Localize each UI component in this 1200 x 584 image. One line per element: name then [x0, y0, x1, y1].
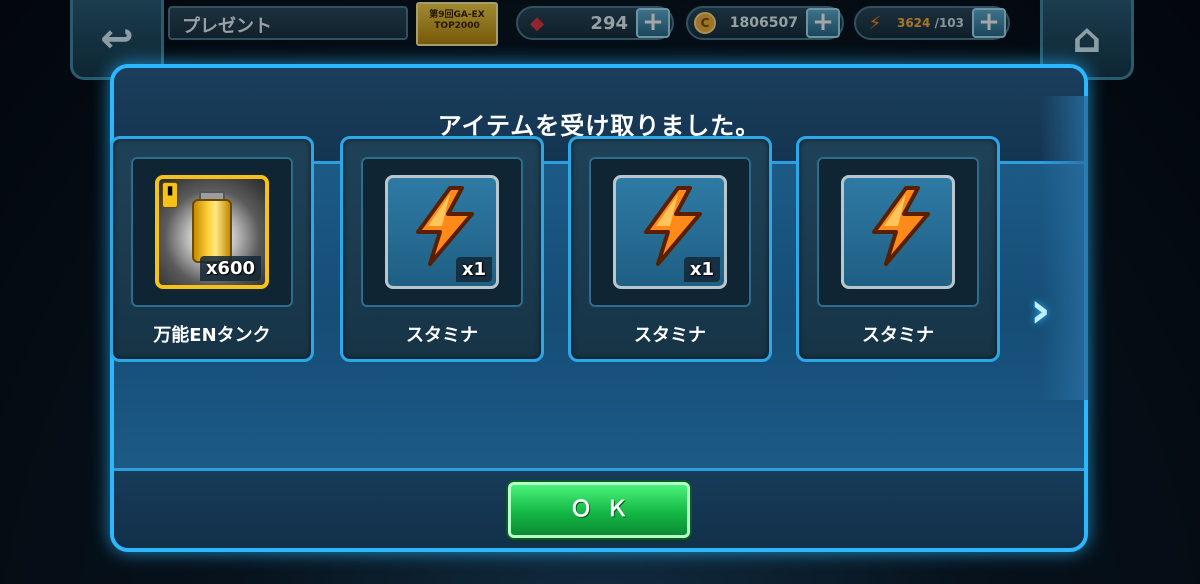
- item-frame: ▮ x600: [131, 157, 293, 307]
- item-name: スタミナ: [862, 325, 934, 346]
- reward-item[interactable]: x1 スタミナ: [340, 136, 544, 362]
- lightning-icon: x1: [385, 175, 499, 289]
- item-name: スタミナ: [406, 325, 478, 346]
- item-quantity: x1: [455, 257, 492, 282]
- item-frame: [817, 157, 979, 307]
- bolt-shape: [644, 186, 702, 266]
- battery-badge-icon: ▮: [162, 182, 178, 208]
- item-frame: x1: [589, 157, 751, 307]
- tank-body: [192, 199, 232, 263]
- ok-button[interactable]: ＯＫ: [508, 482, 690, 538]
- item-quantity: x1: [683, 257, 720, 282]
- item-name: スタミナ: [634, 325, 706, 346]
- reward-item[interactable]: ▮ x600 万能ENタンク: [110, 136, 314, 362]
- carousel-fade: [1040, 96, 1088, 400]
- item-name: 万能ENタンク: [153, 325, 271, 346]
- item-quantity: x600: [199, 256, 261, 281]
- reward-item[interactable]: x1 スタミナ: [568, 136, 772, 362]
- reward-item[interactable]: スタミナ: [796, 136, 1000, 362]
- item-frame: x1: [361, 157, 523, 307]
- lightning-icon: x1: [613, 175, 727, 289]
- chevron-right-icon[interactable]: ›: [1030, 285, 1070, 336]
- lightning-icon: [841, 175, 955, 289]
- bolt-shape: [416, 186, 474, 266]
- bolt-shape: [872, 186, 930, 266]
- energy-tank-icon: ▮ x600: [155, 175, 269, 289]
